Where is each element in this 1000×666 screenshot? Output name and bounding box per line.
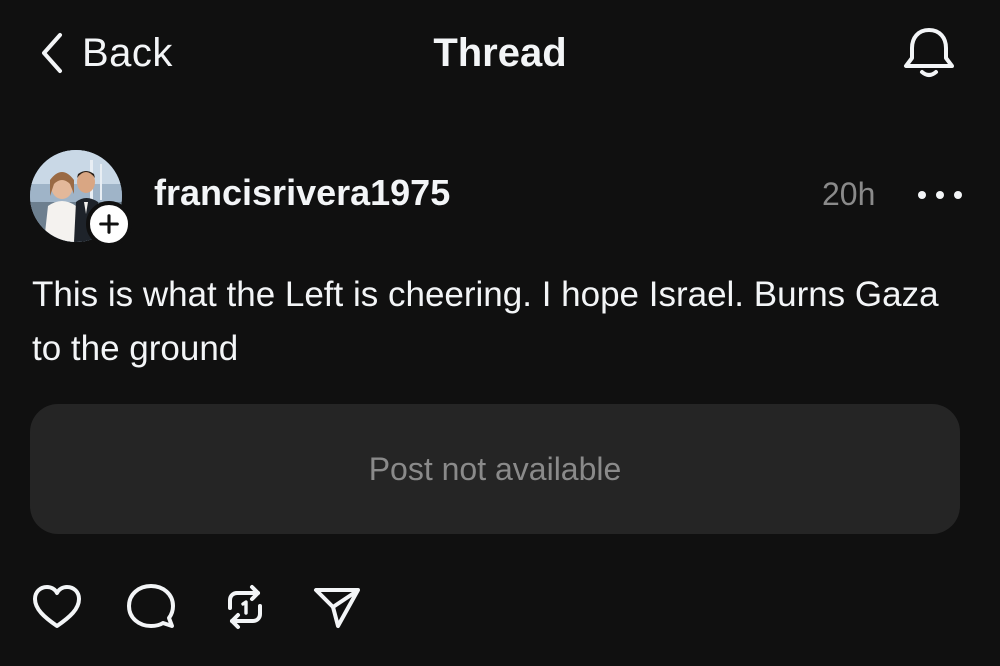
repost-button[interactable] bbox=[218, 580, 272, 634]
bell-icon[interactable] bbox=[898, 22, 960, 84]
post-unavailable-label: Post not available bbox=[368, 450, 622, 487]
more-options-button[interactable] bbox=[918, 180, 962, 210]
comment-bubble-icon bbox=[127, 584, 175, 628]
more-dot-icon bbox=[918, 191, 926, 199]
post-body-text: This is what the Left is cheering. I hop… bbox=[32, 275, 939, 368]
heart-icon bbox=[33, 585, 81, 628]
more-dot-icon bbox=[954, 191, 962, 199]
post-timestamp: 20h bbox=[822, 176, 876, 212]
share-button[interactable] bbox=[310, 580, 364, 634]
more-dot-icon bbox=[936, 191, 944, 199]
follow-button[interactable] bbox=[86, 201, 132, 247]
embedded-post-card: Post not available bbox=[30, 404, 960, 534]
plus-icon bbox=[99, 214, 119, 234]
send-icon bbox=[314, 588, 360, 628]
top-nav-bar: Back Thread bbox=[0, 0, 1000, 110]
like-button[interactable] bbox=[30, 580, 84, 634]
repost-icon bbox=[228, 585, 262, 629]
post-username[interactable]: francisrivera1975 bbox=[154, 172, 450, 214]
page-title: Thread bbox=[433, 31, 567, 75]
thread-screen: Back Thread francisrivera1975 20h This i… bbox=[0, 0, 1000, 666]
reply-button[interactable] bbox=[124, 580, 178, 634]
